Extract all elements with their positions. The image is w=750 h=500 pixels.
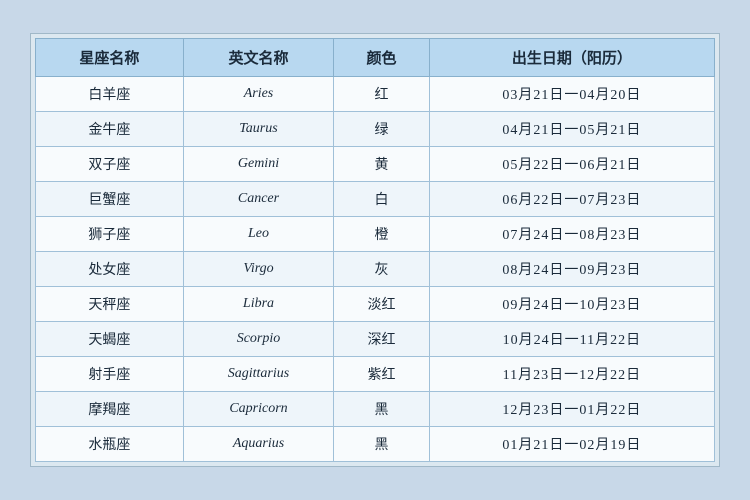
cell-chinese-name: 水瓶座 bbox=[36, 427, 184, 462]
cell-chinese-name: 处女座 bbox=[36, 252, 184, 287]
table-header-row: 星座名称 英文名称 颜色 出生日期（阳历） bbox=[36, 39, 715, 77]
cell-english-name: Taurus bbox=[183, 112, 333, 147]
cell-chinese-name: 射手座 bbox=[36, 357, 184, 392]
table-row: 摩羯座Capricorn黑12月23日一01月22日 bbox=[36, 392, 715, 427]
cell-color: 灰 bbox=[334, 252, 430, 287]
table-row: 处女座Virgo灰08月24日一09月23日 bbox=[36, 252, 715, 287]
cell-date: 01月21日一02月19日 bbox=[429, 427, 714, 462]
table-row: 天蝎座Scorpio深红10月24日一11月22日 bbox=[36, 322, 715, 357]
header-color: 颜色 bbox=[334, 39, 430, 77]
table-body: 白羊座Aries红03月21日一04月20日金牛座Taurus绿04月21日一0… bbox=[36, 77, 715, 462]
cell-date: 11月23日一12月22日 bbox=[429, 357, 714, 392]
header-date: 出生日期（阳历） bbox=[429, 39, 714, 77]
table-row: 金牛座Taurus绿04月21日一05月21日 bbox=[36, 112, 715, 147]
cell-date: 09月24日一10月23日 bbox=[429, 287, 714, 322]
zodiac-table: 星座名称 英文名称 颜色 出生日期（阳历） 白羊座Aries红03月21日一04… bbox=[35, 38, 715, 462]
cell-date: 04月21日一05月21日 bbox=[429, 112, 714, 147]
cell-color: 黑 bbox=[334, 427, 430, 462]
cell-english-name: Virgo bbox=[183, 252, 333, 287]
cell-english-name: Aquarius bbox=[183, 427, 333, 462]
cell-color: 深红 bbox=[334, 322, 430, 357]
cell-english-name: Aries bbox=[183, 77, 333, 112]
cell-chinese-name: 金牛座 bbox=[36, 112, 184, 147]
cell-chinese-name: 天蝎座 bbox=[36, 322, 184, 357]
zodiac-table-container: 星座名称 英文名称 颜色 出生日期（阳历） 白羊座Aries红03月21日一04… bbox=[30, 33, 720, 467]
cell-color: 红 bbox=[334, 77, 430, 112]
table-row: 白羊座Aries红03月21日一04月20日 bbox=[36, 77, 715, 112]
cell-english-name: Libra bbox=[183, 287, 333, 322]
table-row: 巨蟹座Cancer白06月22日一07月23日 bbox=[36, 182, 715, 217]
cell-chinese-name: 天秤座 bbox=[36, 287, 184, 322]
cell-chinese-name: 双子座 bbox=[36, 147, 184, 182]
cell-english-name: Capricorn bbox=[183, 392, 333, 427]
cell-date: 05月22日一06月21日 bbox=[429, 147, 714, 182]
cell-english-name: Cancer bbox=[183, 182, 333, 217]
header-english-name: 英文名称 bbox=[183, 39, 333, 77]
cell-english-name: Sagittarius bbox=[183, 357, 333, 392]
table-row: 天秤座Libra淡红09月24日一10月23日 bbox=[36, 287, 715, 322]
cell-chinese-name: 摩羯座 bbox=[36, 392, 184, 427]
cell-color: 橙 bbox=[334, 217, 430, 252]
cell-date: 08月24日一09月23日 bbox=[429, 252, 714, 287]
cell-color: 白 bbox=[334, 182, 430, 217]
cell-color: 淡红 bbox=[334, 287, 430, 322]
cell-date: 07月24日一08月23日 bbox=[429, 217, 714, 252]
cell-date: 10月24日一11月22日 bbox=[429, 322, 714, 357]
header-chinese-name: 星座名称 bbox=[36, 39, 184, 77]
cell-english-name: Scorpio bbox=[183, 322, 333, 357]
table-row: 双子座Gemini黄05月22日一06月21日 bbox=[36, 147, 715, 182]
cell-date: 03月21日一04月20日 bbox=[429, 77, 714, 112]
cell-date: 12月23日一01月22日 bbox=[429, 392, 714, 427]
cell-color: 黑 bbox=[334, 392, 430, 427]
table-row: 射手座Sagittarius紫红11月23日一12月22日 bbox=[36, 357, 715, 392]
cell-english-name: Gemini bbox=[183, 147, 333, 182]
table-row: 水瓶座Aquarius黑01月21日一02月19日 bbox=[36, 427, 715, 462]
cell-chinese-name: 狮子座 bbox=[36, 217, 184, 252]
cell-english-name: Leo bbox=[183, 217, 333, 252]
cell-color: 绿 bbox=[334, 112, 430, 147]
cell-color: 紫红 bbox=[334, 357, 430, 392]
cell-color: 黄 bbox=[334, 147, 430, 182]
cell-chinese-name: 白羊座 bbox=[36, 77, 184, 112]
cell-date: 06月22日一07月23日 bbox=[429, 182, 714, 217]
cell-chinese-name: 巨蟹座 bbox=[36, 182, 184, 217]
table-row: 狮子座Leo橙07月24日一08月23日 bbox=[36, 217, 715, 252]
